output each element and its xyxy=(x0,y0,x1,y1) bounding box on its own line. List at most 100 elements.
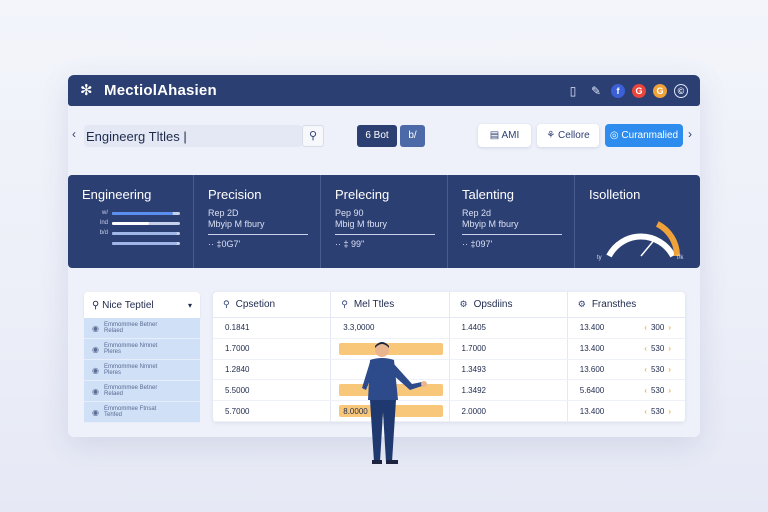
card-engineering[interactable]: Engineering w/ lnd b/d xyxy=(68,175,194,268)
column-header[interactable]: ⚙ Opsdiins xyxy=(450,292,568,317)
bar-row: b/d xyxy=(82,228,181,238)
table-row[interactable]: 1.2840 1.3493 13.600 ‹ 530 › xyxy=(213,359,685,381)
table-header: ⚲ Cpsetion ⚲ Mel Ttles ⚙ Opsdiins ⚙ Fransthe… xyxy=(213,292,685,318)
doc-icon: ▤ xyxy=(489,130,500,141)
search-button[interactable]: ⚲ xyxy=(302,125,324,147)
card-line1: Rep 2D xyxy=(208,208,239,218)
bar-row: lnd xyxy=(82,218,181,228)
gauge: ty f/k xyxy=(597,221,684,261)
data-table: ⚲ Cpsetion ⚲ Mel Ttles ⚙ Opsdiins ⚙ Fransthe… xyxy=(213,292,685,422)
table-cell: 13.400 ‹ 530 › xyxy=(579,344,671,354)
divider xyxy=(335,234,435,235)
clipboard-icon[interactable]: ▯ xyxy=(565,84,581,98)
card-title: Prelecing xyxy=(335,187,390,202)
quantity-stepper[interactable]: ‹ 530 › xyxy=(644,407,671,416)
card-line1: Pep 90 xyxy=(335,208,364,218)
primary-action-button[interactable]: ◎ Curanmalied xyxy=(605,124,683,147)
table-row[interactable]: 0.1841 3.3,0000 1.4405 13.400 ‹ 300 › xyxy=(213,318,685,339)
card-precision[interactable]: Precision Rep 2D Mbyip M fbury ·· ‡0G7' xyxy=(194,175,321,268)
table-row[interactable]: 5.5000 1.3492 5.6400 ‹ 530 › xyxy=(213,380,685,402)
title-bar: ✻ MectiolAhasien ▯ ✎ f G G © xyxy=(68,75,700,106)
list-item[interactable]: ◉ Emmommee Ftnsat Tehfed xyxy=(84,402,200,423)
search-icon: ⚲ xyxy=(341,299,348,309)
quantity-stepper[interactable]: ‹ 530 › xyxy=(644,386,671,395)
card-line2: Mbyip M fbury xyxy=(462,219,519,229)
bar-fill xyxy=(112,211,174,215)
aml-button[interactable]: ▤ AMI xyxy=(478,124,531,147)
snowflake-icon: ✻ xyxy=(80,81,93,99)
chevron-right-icon: › xyxy=(668,344,671,354)
column-header[interactable]: ⚲ Cpsetion xyxy=(213,292,332,317)
pen-icon[interactable]: ✎ xyxy=(588,84,604,98)
quantity-stepper[interactable]: ‹ 300 › xyxy=(644,323,671,332)
column-header[interactable]: ⚲ Mel Ttles xyxy=(331,292,450,317)
table-row[interactable]: 1.7000 1.7000 13.400 ‹ 530 › xyxy=(213,338,685,360)
table-cell: 1.3493 xyxy=(450,359,568,380)
table-cell: 2.0000 xyxy=(450,401,568,421)
bar-fill xyxy=(112,231,177,235)
card-line2: Mbyip M fbury xyxy=(208,219,265,229)
table-cell: 0.1841 xyxy=(213,318,332,338)
chevron-right-icon: › xyxy=(668,323,671,333)
bar-label: b/d xyxy=(99,230,108,236)
search-icon: ⚲ xyxy=(223,299,230,309)
table-cell: 1.3492 xyxy=(450,380,568,401)
table-cell: 5.6400 ‹ 530 › xyxy=(579,385,671,395)
card-line1: Rep 2d xyxy=(462,208,492,218)
side-list: ⚲ Nice Teptiel ▾ ◉ Emmommee Betner Relaed ◉… xyxy=(84,292,200,423)
card-talenting[interactable]: Talenting Rep 2d Mbyip M fbury ·· ‡097' xyxy=(448,175,575,268)
facebook-icon[interactable]: f xyxy=(611,83,625,98)
list-header-label: Nice Teptiel xyxy=(102,299,154,311)
title-bar-actions: ▯ ✎ f G G © xyxy=(565,83,688,98)
back-button[interactable]: ‹ xyxy=(72,127,76,141)
chevron-right-icon: › xyxy=(668,385,671,395)
b-button[interactable]: b/ xyxy=(400,125,425,147)
card-value: ·· ‡0G7' xyxy=(208,239,241,249)
column-label: Cpsetion xyxy=(235,299,276,310)
chevron-down-icon[interactable]: ▾ xyxy=(188,301,192,310)
column-header[interactable]: ⚙ Fransthes xyxy=(568,292,685,317)
card-title: Isolletion xyxy=(589,187,641,202)
forward-button[interactable]: › xyxy=(688,127,692,141)
card-title: Engineering xyxy=(82,187,152,202)
card-prelecing[interactable]: Prelecing Pep 90 Mbig M fbury ·· ‡ 99" xyxy=(321,175,448,268)
list-item[interactable]: ◉ Emmommee Betner Relaed xyxy=(84,318,200,339)
radio-icon: ◉ xyxy=(92,407,99,417)
app-title: MectiolAhasien xyxy=(104,82,217,99)
quantity-stepper[interactable]: ‹ 530 › xyxy=(644,344,671,353)
gear-icon: ⚙ xyxy=(459,299,468,309)
table-row[interactable]: 5.7000 8.0000 2.0000 13.400 ‹ 530 › xyxy=(213,401,685,422)
card-value: ·· ‡097' xyxy=(462,239,493,249)
circle-orange-icon[interactable]: G xyxy=(653,83,667,98)
cellore-button[interactable]: ⚘ Cellore xyxy=(537,124,599,147)
settings-icon: ◎ xyxy=(609,130,619,141)
chevron-left-icon: ‹ xyxy=(644,364,647,374)
primary-action-label: Curanmalied xyxy=(621,130,679,141)
list-item[interactable]: ◉ Emmommee Nmnet Pleres xyxy=(84,339,200,360)
list-item-text: Emmommee Betner Relaed xyxy=(104,385,158,397)
table-cell: 13.400 ‹ 530 › xyxy=(579,406,671,416)
cellore-button-label: Cellore xyxy=(558,130,590,141)
card-value: ·· ‡ 99" xyxy=(335,239,365,249)
chevron-left-icon: ‹ xyxy=(644,323,647,333)
radio-icon: ◉ xyxy=(92,365,99,375)
search-icon: ⚲ xyxy=(308,130,318,142)
bar-fill xyxy=(112,241,177,245)
card-isolletion[interactable]: Isolletion ty f/k xyxy=(575,175,700,268)
chevron-right-icon: › xyxy=(668,406,671,416)
search-input-value: Engineerg Tltles | xyxy=(86,128,187,144)
copyright-icon[interactable]: © xyxy=(674,83,688,98)
list-item[interactable]: ◉ Emmommee Betner Relaed xyxy=(84,381,200,402)
person-illustration xyxy=(362,342,427,464)
gauge-left-label: ty xyxy=(597,255,602,261)
table-cell: 1.7000 xyxy=(450,338,568,359)
divider xyxy=(208,234,308,235)
bot-button[interactable]: 6 Bot xyxy=(357,125,397,147)
google-icon[interactable]: G xyxy=(632,83,646,98)
bar-row: w/ xyxy=(82,208,181,218)
list-item[interactable]: ◉ Emmommee Nmnet Pleres xyxy=(84,360,200,381)
quantity-stepper[interactable]: ‹ 530 › xyxy=(644,365,671,374)
list-header[interactable]: ⚲ Nice Teptiel ▾ xyxy=(84,292,200,318)
search-input[interactable]: Engineerg Tltles | xyxy=(84,125,302,147)
radio-icon: ◉ xyxy=(92,386,99,396)
